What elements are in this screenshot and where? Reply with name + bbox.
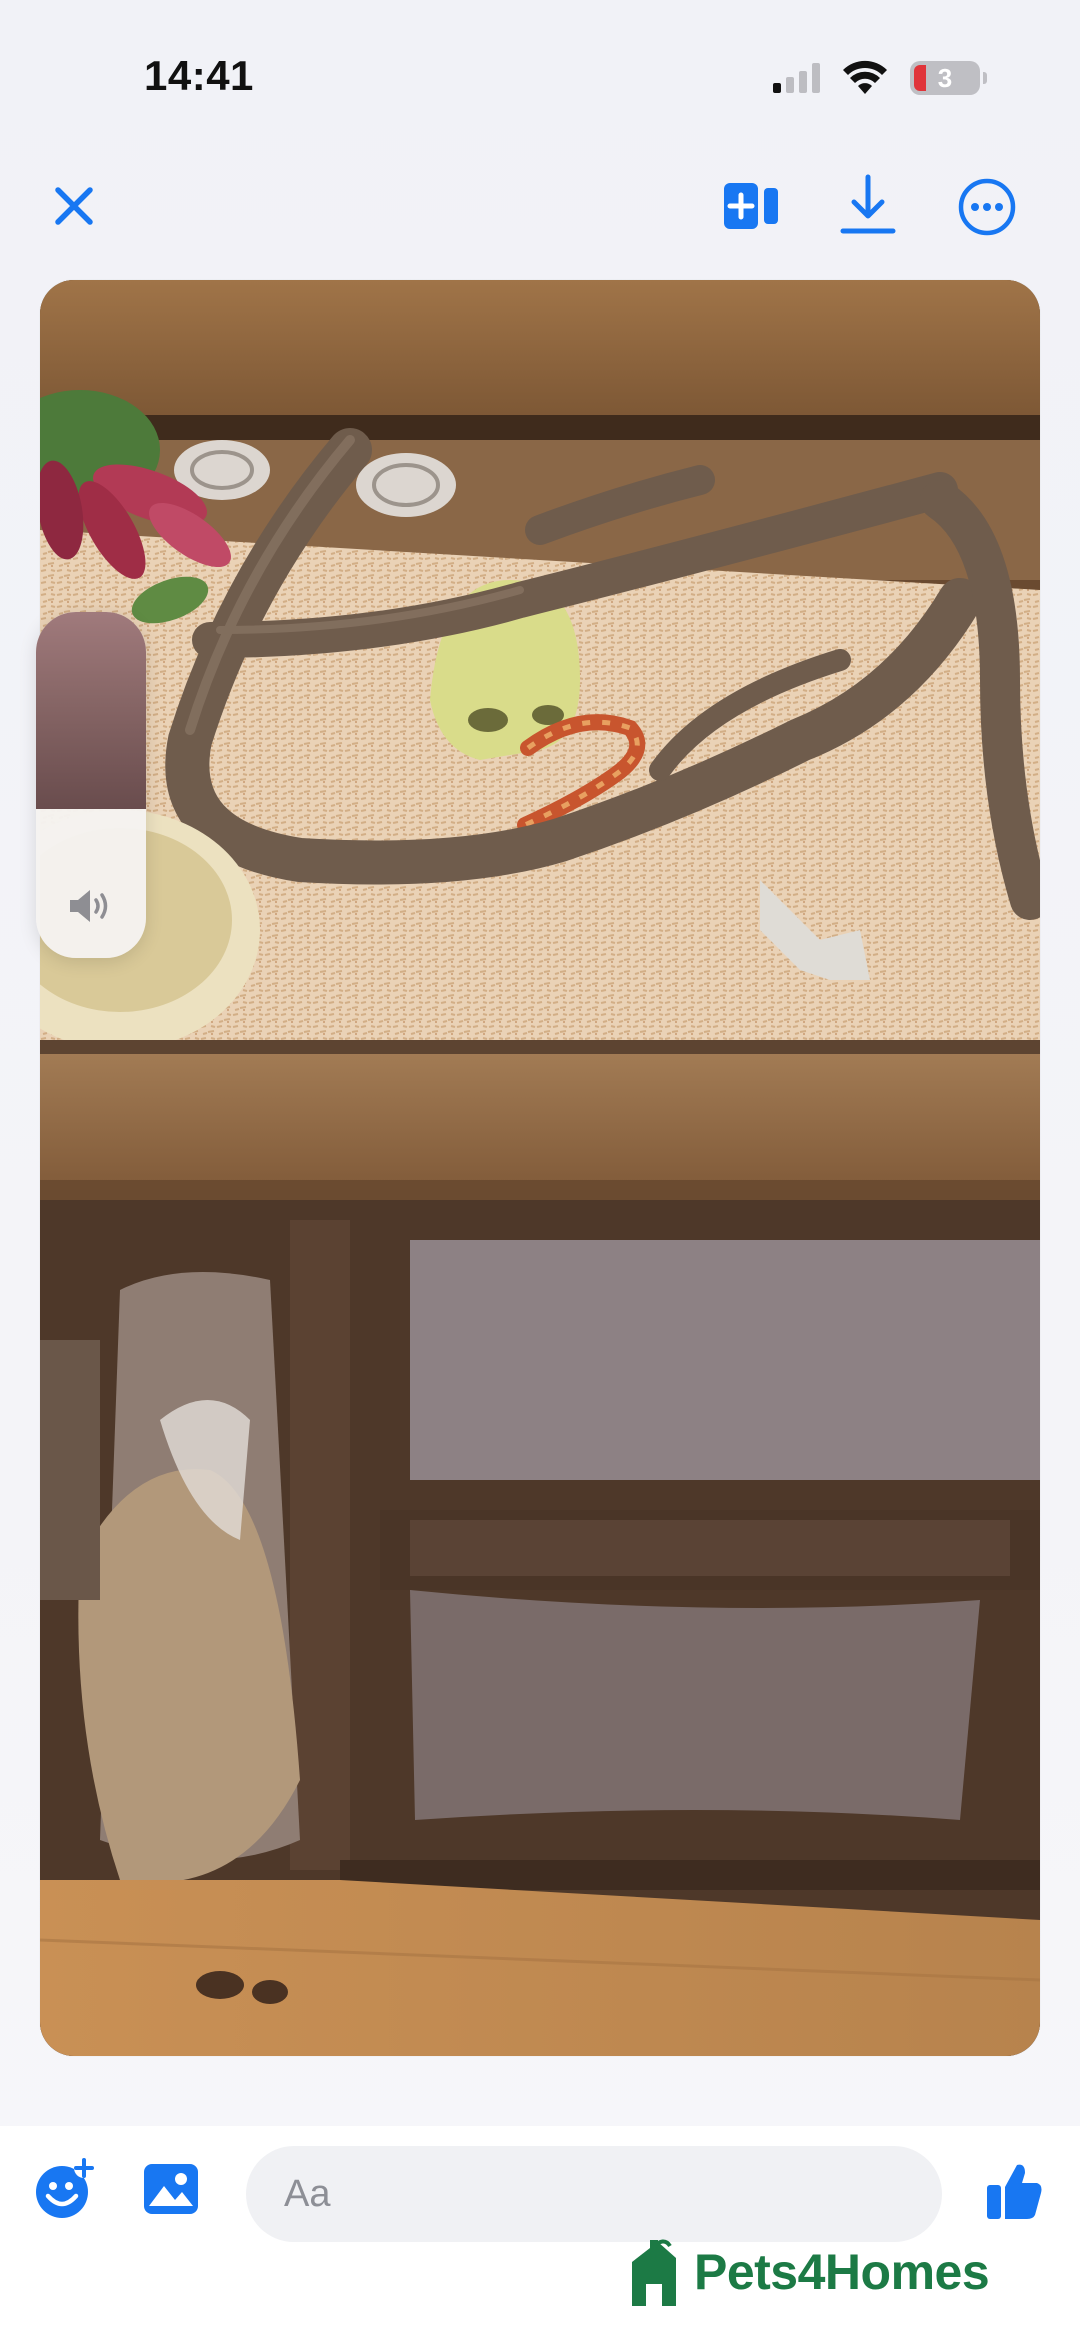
- photo-library-button[interactable]: [142, 2162, 200, 2216]
- like-button[interactable]: [984, 2160, 1044, 2222]
- watermark: Pets4Homes: [626, 2234, 990, 2310]
- volume-slider[interactable]: [36, 612, 146, 958]
- battery-icon: 3: [910, 61, 987, 95]
- add-emoji-effect-icon: [36, 2158, 94, 2218]
- volume-level-fill: [36, 612, 146, 809]
- battery-level: 3: [937, 62, 953, 93]
- close-icon: [55, 187, 93, 225]
- add-emoji-effect-button[interactable]: [34, 2158, 96, 2220]
- speaker-icon: [70, 890, 108, 922]
- thumbs-up-icon: [987, 2164, 1042, 2219]
- more-options-button[interactable]: [956, 176, 1018, 238]
- status-icons: 3: [773, 56, 987, 100]
- pets4homes-logo-icon: [632, 2239, 676, 2306]
- add-to-album-icon: [724, 183, 778, 229]
- download-icon: [840, 174, 896, 234]
- close-button[interactable]: [48, 180, 100, 232]
- wifi-icon: [843, 60, 887, 94]
- shared-photo[interactable]: [40, 280, 1040, 2056]
- terrarium-photo-illustration: [40, 280, 1040, 2056]
- watermark-text: Pets4Homes: [694, 2244, 990, 2300]
- more-options-icon: [958, 178, 1016, 236]
- photo-library-icon: [144, 2164, 198, 2214]
- download-button[interactable]: [836, 172, 900, 238]
- message-input[interactable]: [246, 2146, 942, 2242]
- cellular-signal-icon: [773, 63, 820, 93]
- status-time: 14:41: [144, 52, 254, 99]
- add-to-album-button[interactable]: [720, 176, 782, 236]
